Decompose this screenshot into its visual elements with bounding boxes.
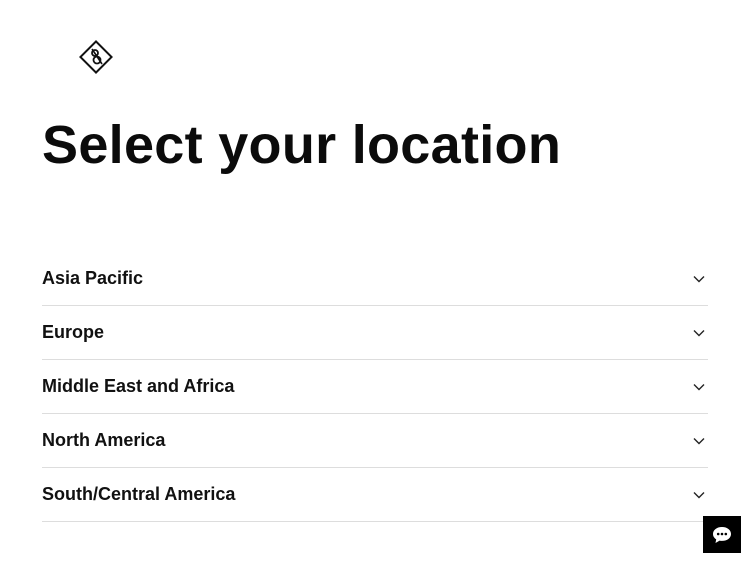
region-item-south-central-america[interactable]: South/Central America — [42, 468, 708, 522]
brand-logo-icon[interactable] — [77, 38, 115, 76]
region-item-north-america[interactable]: North America — [42, 414, 708, 468]
page-title: Select your location — [42, 115, 562, 175]
location-selector-page: Select your location Asia Pacific Europe… — [0, 0, 750, 563]
region-label: South/Central America — [42, 484, 236, 504]
chevron-down-icon — [693, 437, 705, 444]
region-label: North America — [42, 430, 166, 450]
chevron-down-icon — [693, 383, 705, 390]
chevron-down-icon — [693, 329, 705, 336]
chat-bubble-icon — [713, 526, 731, 543]
chevron-down-icon — [693, 491, 705, 498]
region-label: Asia Pacific — [42, 268, 144, 288]
region-item-europe[interactable]: Europe — [42, 306, 708, 360]
region-list: Asia Pacific Europe Middle East and Afri… — [42, 252, 708, 522]
region-item-middle-east-africa[interactable]: Middle East and Africa — [42, 360, 708, 414]
region-label: Middle East and Africa — [42, 376, 235, 396]
chevron-down-icon — [693, 275, 705, 282]
chat-button[interactable] — [703, 516, 741, 553]
region-label: Europe — [42, 322, 105, 342]
region-item-asia-pacific[interactable]: Asia Pacific — [42, 252, 708, 306]
